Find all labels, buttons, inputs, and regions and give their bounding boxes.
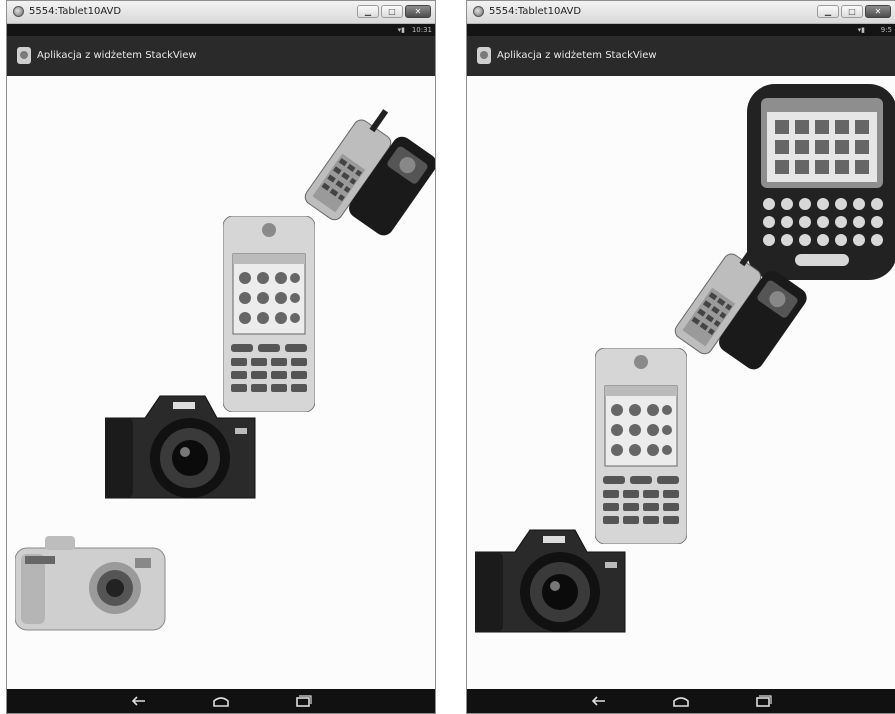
compact-camera-icon[interactable] <box>15 536 167 634</box>
close-button[interactable]: ✕ <box>405 5 431 18</box>
window-controls: ▁ □ ✕ <box>817 5 891 19</box>
signal-battery-icon: ▾▮ <box>857 26 865 34</box>
minimize-button[interactable]: ▁ <box>357 5 379 18</box>
status-bar: ▾▮ 10:31 <box>7 24 435 36</box>
status-time: 10:31 <box>411 26 432 34</box>
status-bar: ▾▮ 9:5 <box>467 24 895 36</box>
window-title: 5554:Tablet10AVD <box>29 6 122 17</box>
stack-view[interactable] <box>467 76 895 689</box>
recent-apps-icon[interactable] <box>293 694 313 708</box>
app-title: Aplikacja z widżetem StackView <box>37 50 197 61</box>
dslr-camera-icon[interactable] <box>105 388 257 508</box>
emulator-app-icon <box>13 6 24 17</box>
emulator-app-icon <box>473 6 484 17</box>
stack-view[interactable] <box>7 76 435 689</box>
back-icon[interactable] <box>589 694 609 708</box>
recent-apps-icon[interactable] <box>753 694 773 708</box>
home-icon[interactable] <box>671 694 691 708</box>
window-title: 5554:Tablet10AVD <box>489 6 582 17</box>
app-title: Aplikacja z widżetem StackView <box>497 50 657 61</box>
android-launcher-icon[interactable] <box>17 47 31 64</box>
action-bar: Aplikacja z widżetem StackView <box>7 36 435 76</box>
action-bar: Aplikacja z widżetem StackView <box>467 36 895 76</box>
navigation-bar <box>467 689 895 713</box>
close-button[interactable]: ✕ <box>865 5 891 18</box>
dslr-camera-icon[interactable] <box>475 522 627 642</box>
maximize-button[interactable]: □ <box>381 5 403 18</box>
back-icon[interactable] <box>129 694 149 708</box>
android-launcher-icon[interactable] <box>477 47 491 64</box>
status-time: 9:5 <box>880 26 892 34</box>
title-bar[interactable]: 5554:Tablet10AVD ▁ □ ✕ <box>7 1 435 24</box>
emulator-window-right: 5554:Tablet10AVD ▁ □ ✕ ▾▮ 9:5 Aplikacja … <box>466 0 895 714</box>
title-bar[interactable]: 5554:Tablet10AVD ▁ □ ✕ <box>467 1 895 24</box>
window-controls: ▁ □ ✕ <box>357 5 431 19</box>
smartphone-icon[interactable] <box>223 216 315 412</box>
navigation-bar <box>7 689 435 713</box>
minimize-button[interactable]: ▁ <box>817 5 839 18</box>
maximize-button[interactable]: □ <box>841 5 863 18</box>
home-icon[interactable] <box>211 694 231 708</box>
signal-battery-icon: ▾▮ <box>397 26 405 34</box>
emulator-window-left: 5554:Tablet10AVD ▁ □ ✕ ▾▮ 10:31 Aplikacj… <box>6 0 436 714</box>
smartphone-icon[interactable] <box>595 348 687 544</box>
